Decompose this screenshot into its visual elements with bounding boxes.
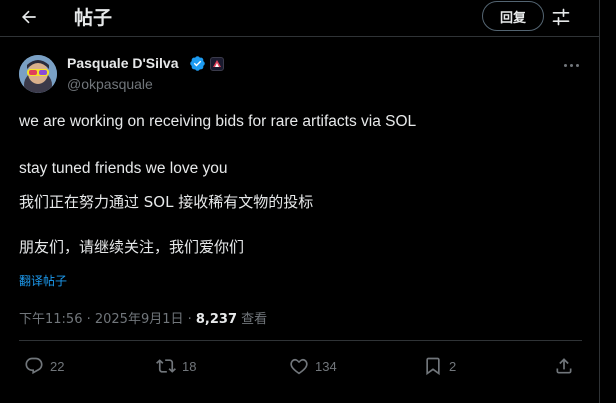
bookmark-action[interactable]: 2 bbox=[423, 356, 456, 376]
tweet-text-line: we are working on receiving bids for rar… bbox=[19, 113, 417, 130]
column-border bbox=[599, 0, 600, 403]
actions-divider bbox=[19, 340, 582, 341]
reply-button[interactable]: 回复 bbox=[482, 1, 544, 31]
repost-action[interactable]: 18 bbox=[156, 356, 196, 376]
scrollbar[interactable] bbox=[604, 0, 616, 403]
filter-button[interactable] bbox=[548, 4, 574, 30]
reply-icon bbox=[25, 357, 43, 375]
translate-post-link[interactable]: 翻译帖子 bbox=[19, 272, 67, 289]
post-meta: 下午11:56 · 2025年9月1日 · 8,237 查看 bbox=[19, 308, 267, 327]
top-bar: 帖子 回复 bbox=[0, 0, 600, 34]
view-count: 8,237 bbox=[195, 312, 238, 327]
like-count: 134 bbox=[315, 358, 337, 374]
more-button[interactable] bbox=[560, 58, 582, 72]
like-icon bbox=[290, 358, 308, 375]
more-icon bbox=[563, 63, 567, 67]
share-icon bbox=[556, 358, 572, 374]
header-divider bbox=[0, 36, 600, 37]
tweet-text-line: 朋友们，请继续关注，我们爱你们 bbox=[19, 238, 245, 256]
reply-action[interactable]: 22 bbox=[24, 356, 64, 376]
bookmark-icon bbox=[426, 357, 440, 376]
share-action[interactable] bbox=[554, 356, 574, 376]
repost-icon bbox=[156, 359, 176, 373]
bookmark-count: 2 bbox=[449, 358, 457, 374]
author-name[interactable]: Pasquale D'Silva bbox=[67, 55, 179, 71]
affiliate-badge-icon[interactable] bbox=[210, 57, 224, 71]
avatar[interactable] bbox=[19, 55, 57, 93]
timestamp[interactable]: 下午11:56 · 2025年9月1日 · bbox=[19, 312, 196, 327]
author-handle[interactable]: @okpasquale bbox=[67, 76, 153, 92]
back-button[interactable] bbox=[16, 4, 42, 30]
page-title: 帖子 bbox=[74, 7, 113, 29]
repost-count: 18 bbox=[182, 358, 197, 374]
filter-icon bbox=[552, 8, 570, 26]
tweet-text-line: stay tuned friends we love you bbox=[19, 160, 228, 177]
tweet-text-line: 我们正在努力通过 SOL 接收稀有文物的投标 bbox=[19, 193, 314, 211]
reply-count: 22 bbox=[50, 358, 65, 374]
verified-icon bbox=[190, 56, 205, 71]
like-action[interactable]: 134 bbox=[289, 356, 337, 376]
views-label: 查看 bbox=[237, 312, 268, 327]
back-arrow-icon bbox=[21, 10, 36, 24]
